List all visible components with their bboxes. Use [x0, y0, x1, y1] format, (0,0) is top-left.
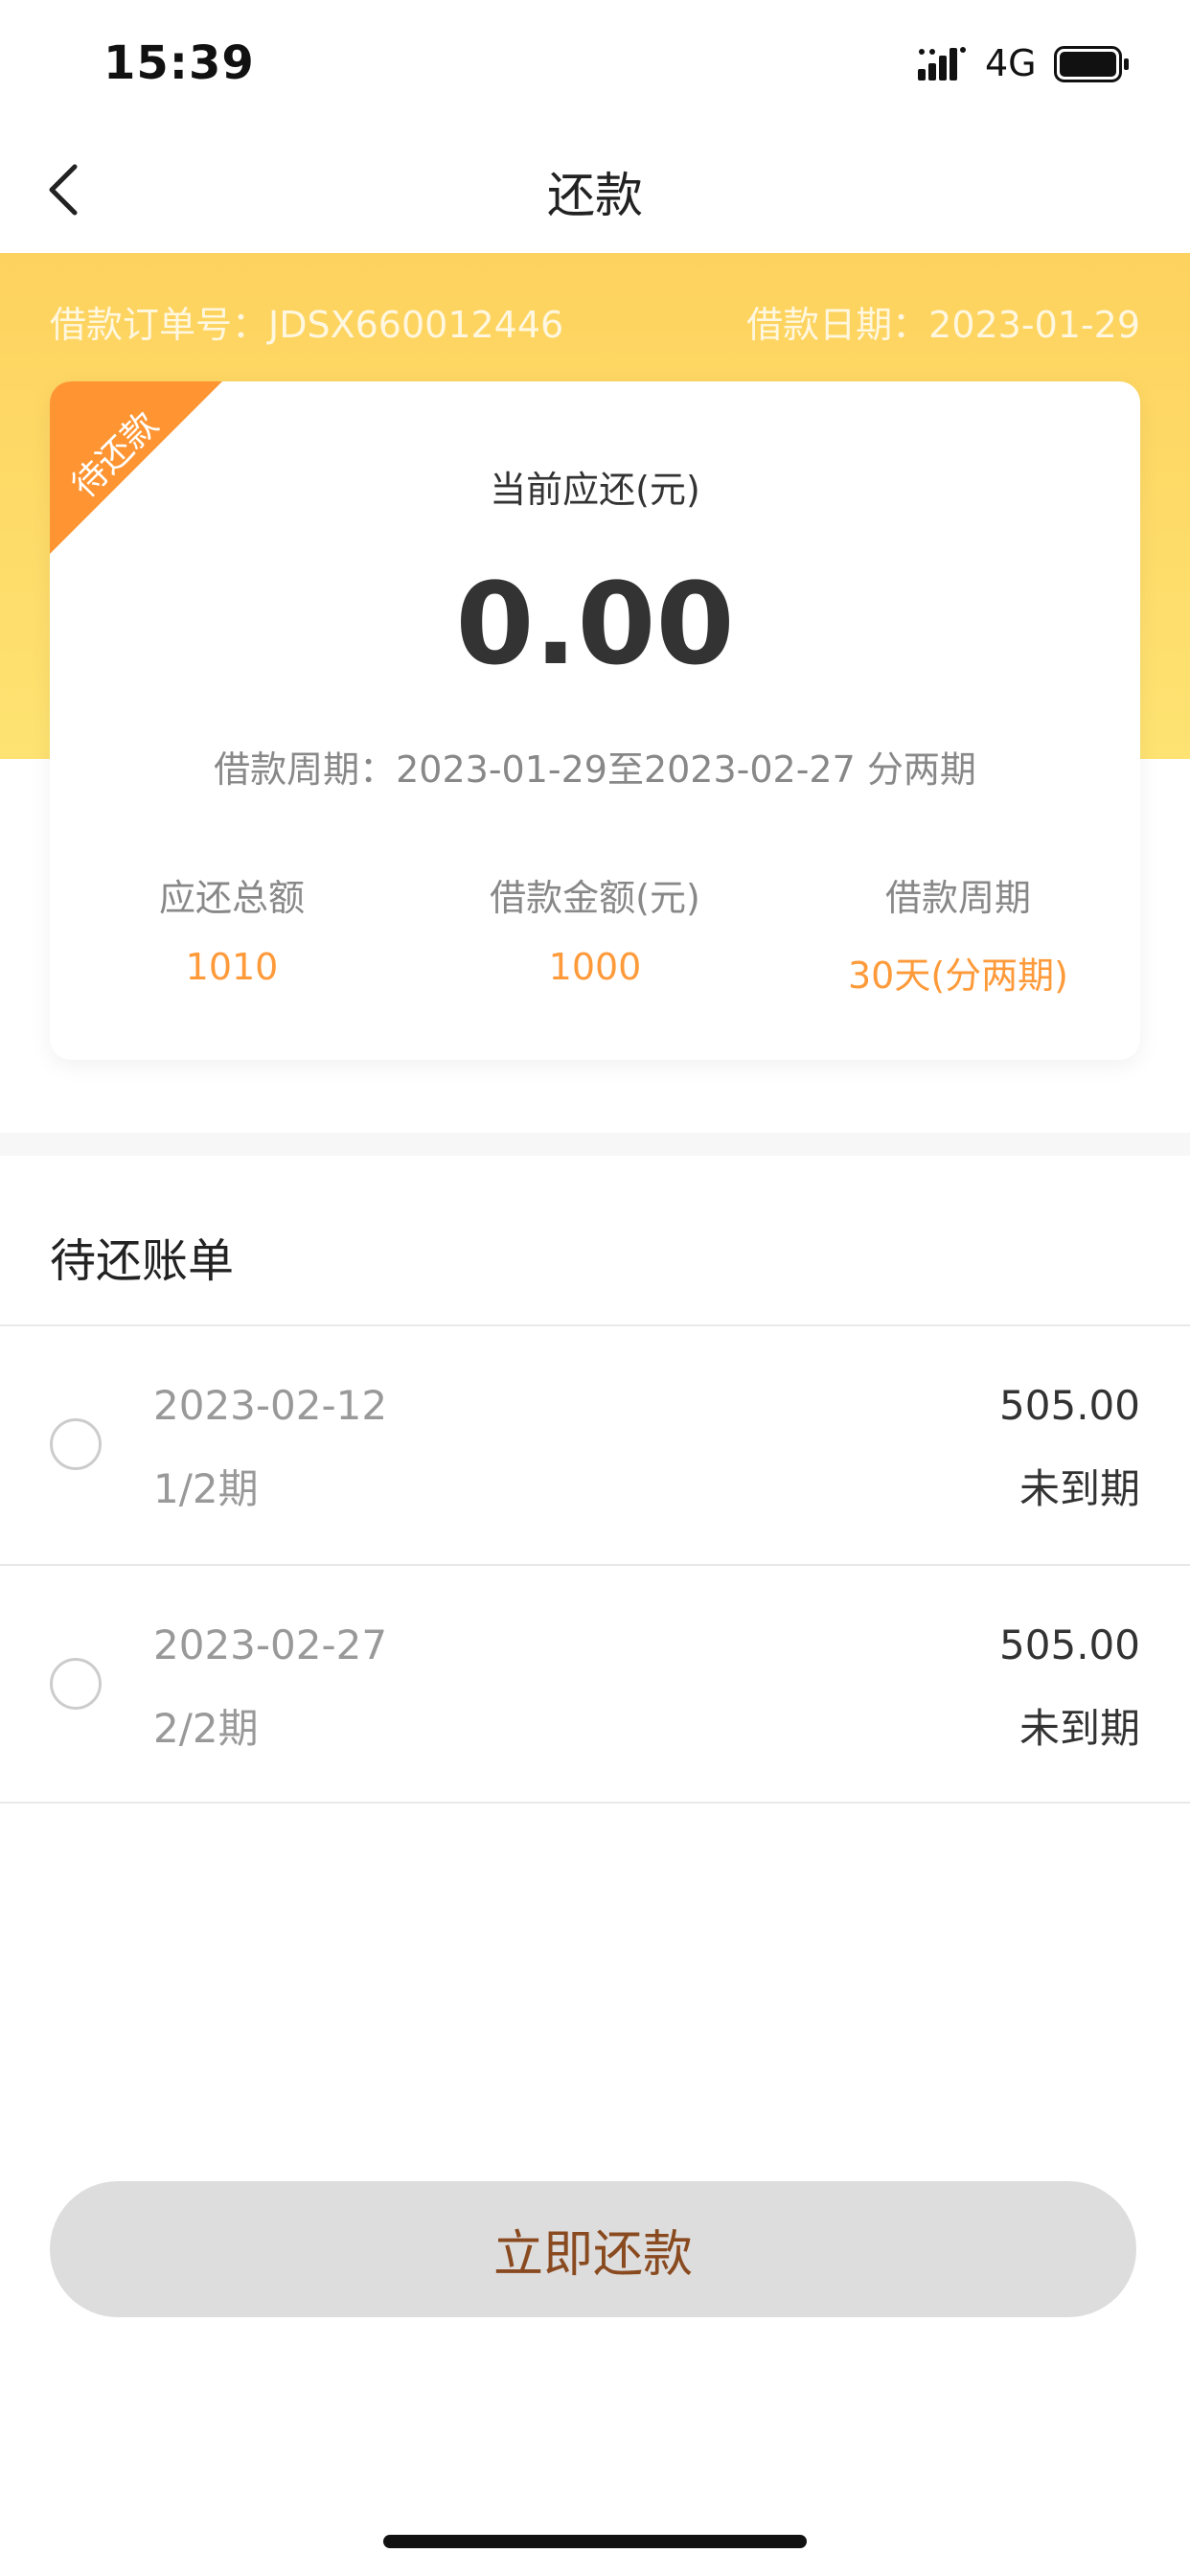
status-bar: 15:39 4G: [0, 0, 1190, 126]
bill-row[interactable]: 2023-02-12 1/2期 505.00 未到期: [0, 1326, 1190, 1564]
bill-status: 未到期: [1018, 1465, 1140, 1512]
radio-unchecked-icon[interactable]: [50, 1658, 102, 1710]
signal-icon: [918, 47, 966, 80]
repayment-screen: 15:39 4G 还款 借款订单号：JDSX660012446 借款日期：202…: [0, 0, 1190, 2576]
repay-now-button[interactable]: 立即还款: [50, 2181, 1136, 2317]
stat-value: 1000: [548, 946, 642, 988]
bill-amount: 505.00: [999, 1622, 1140, 1668]
divider: [0, 1802, 1190, 1804]
stat-total-due: 应还总额 1010: [50, 868, 414, 988]
order-number: 借款订单号：JDSX660012446: [50, 304, 564, 346]
repayment-summary-card: 待还款 当前应还(元) 0.00 借款周期：2023-01-29至2023-02…: [50, 381, 1140, 1060]
loan-period-line: 借款周期：2023-01-29至2023-02-27 分两期: [214, 748, 976, 791]
bills-section-title: 待还账单: [50, 1234, 235, 1288]
bill-due-date: 2023-02-27: [153, 1622, 388, 1668]
bill-amount: 505.00: [999, 1382, 1140, 1429]
status-time: 15:39: [103, 36, 255, 90]
network-label: 4G: [985, 42, 1037, 84]
current-due-amount: 0.00: [455, 558, 735, 690]
bill-installment: 2/2期: [153, 1705, 259, 1752]
home-indicator[interactable]: [383, 2535, 807, 2548]
section-separator: [0, 1133, 1190, 1156]
bill-installment: 1/2期: [153, 1465, 259, 1512]
loan-date: 借款日期：2023-01-29: [746, 304, 1140, 346]
stat-value: 1010: [185, 946, 279, 988]
stat-value: 30天(分两期): [847, 954, 1068, 997]
page-title: 还款: [547, 168, 643, 223]
nav-bar: 还款: [0, 126, 1190, 253]
stat-loan-term: 借款周期 30天(分两期): [776, 868, 1140, 999]
stat-label: 借款周期: [884, 877, 1031, 919]
bill-row[interactable]: 2023-02-27 2/2期 505.00 未到期: [0, 1566, 1190, 1804]
stat-loan-amount: 借款金额(元) 1000: [413, 868, 777, 988]
bill-status: 未到期: [1018, 1705, 1140, 1752]
bill-due-date: 2023-02-12: [153, 1382, 388, 1429]
radio-unchecked-icon[interactable]: [50, 1418, 102, 1470]
stat-label: 借款金额(元): [490, 877, 700, 919]
battery-icon: [1054, 46, 1129, 82]
current-due-label: 当前应还(元): [490, 469, 700, 511]
stat-label: 应还总额: [158, 877, 305, 919]
